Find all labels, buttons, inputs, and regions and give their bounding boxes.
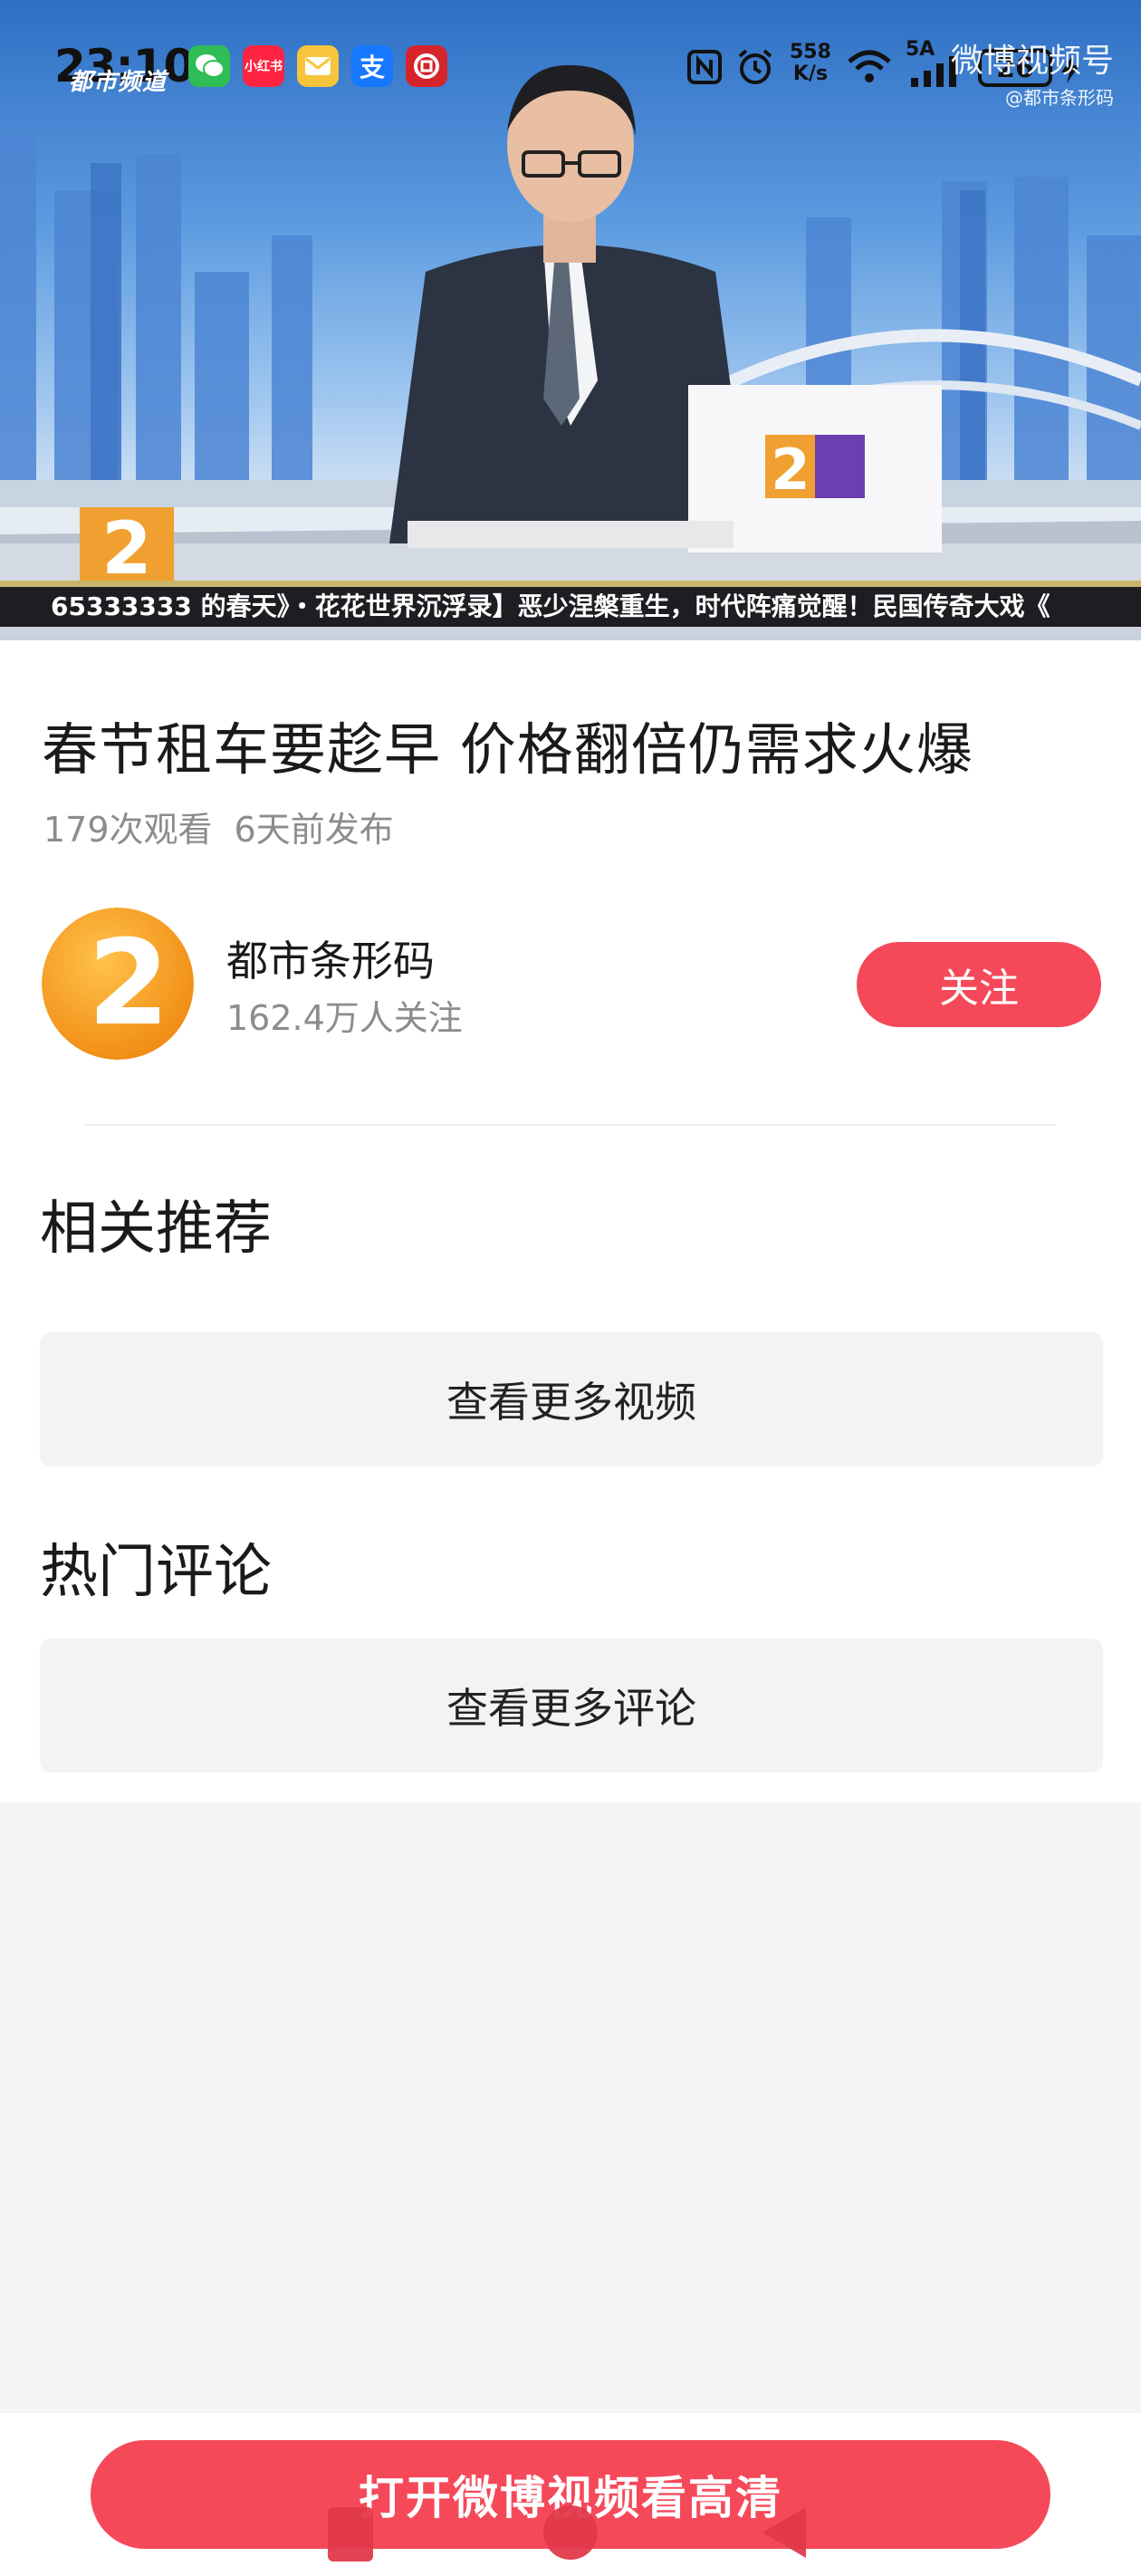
- wifi-icon: [848, 50, 891, 82]
- svg-text:2: 2: [771, 437, 810, 503]
- watermark-title: 微博视频号: [950, 43, 1114, 80]
- alarm-icon: [738, 49, 772, 84]
- net-speed: 558 K/s: [790, 42, 831, 85]
- ticker-border: [0, 581, 1141, 587]
- channel-logo: 都市频道: [69, 69, 168, 96]
- news-ticker: 65333333 的春天》・花花世界沉浮录】恶少涅槃重生，时代阵痛觉醒！民国传奇…: [0, 587, 1141, 627]
- video-info-panel: 春节租车要趁早 价格翻倍仍需求火爆 179次观看 6天前发布 2 都市条形码 16…: [0, 640, 1141, 1802]
- bank-icon: [406, 45, 447, 87]
- alipay-icon: 支: [351, 45, 393, 87]
- more-comments-button[interactable]: 查看更多评论: [40, 1639, 1103, 1773]
- wechat-icon: [188, 45, 230, 87]
- bottom-action-bar: 打开微博视频看高清: [0, 2413, 1141, 2576]
- open-weibo-video-button[interactable]: 打开微博视频看高清: [91, 2440, 1050, 2549]
- svg-text:2: 2: [88, 914, 169, 1052]
- video-watermark: 微博视频号 @都市条形码: [951, 34, 1114, 110]
- net-speed-unit: K/s: [792, 62, 829, 85]
- more-videos-button[interactable]: 查看更多视频: [40, 1332, 1103, 1466]
- video-meta: 179次观看 6天前发布: [43, 802, 394, 851]
- nfc-icon: [687, 50, 722, 84]
- view-count: 179次观看: [43, 810, 213, 850]
- svg-text:2: 2: [101, 506, 152, 591]
- comments-heading: 热门评论: [40, 1539, 272, 1606]
- author-avatar[interactable]: 2: [42, 908, 194, 1060]
- video-player[interactable]: 2 2 23:10 小红书 支 558 K/s 5A 26 都市频道 微博视频号…: [0, 0, 1141, 640]
- net-speed-value: 558: [790, 41, 831, 63]
- video-title: 春节租车要趁早 价格翻倍仍需求火爆: [42, 716, 973, 783]
- follow-button[interactable]: 关注: [857, 942, 1101, 1027]
- divider: [85, 1124, 1056, 1126]
- related-heading: 相关推荐: [40, 1196, 272, 1263]
- xiaohongshu-icon: 小红书: [243, 45, 284, 87]
- publish-time: 6天前发布: [234, 810, 394, 850]
- mail-icon: [297, 45, 339, 87]
- author-follower-count: 162.4万人关注: [226, 998, 463, 1038]
- author-name[interactable]: 都市条形码: [226, 928, 435, 988]
- watermark-account: @都市条形码: [1005, 87, 1114, 109]
